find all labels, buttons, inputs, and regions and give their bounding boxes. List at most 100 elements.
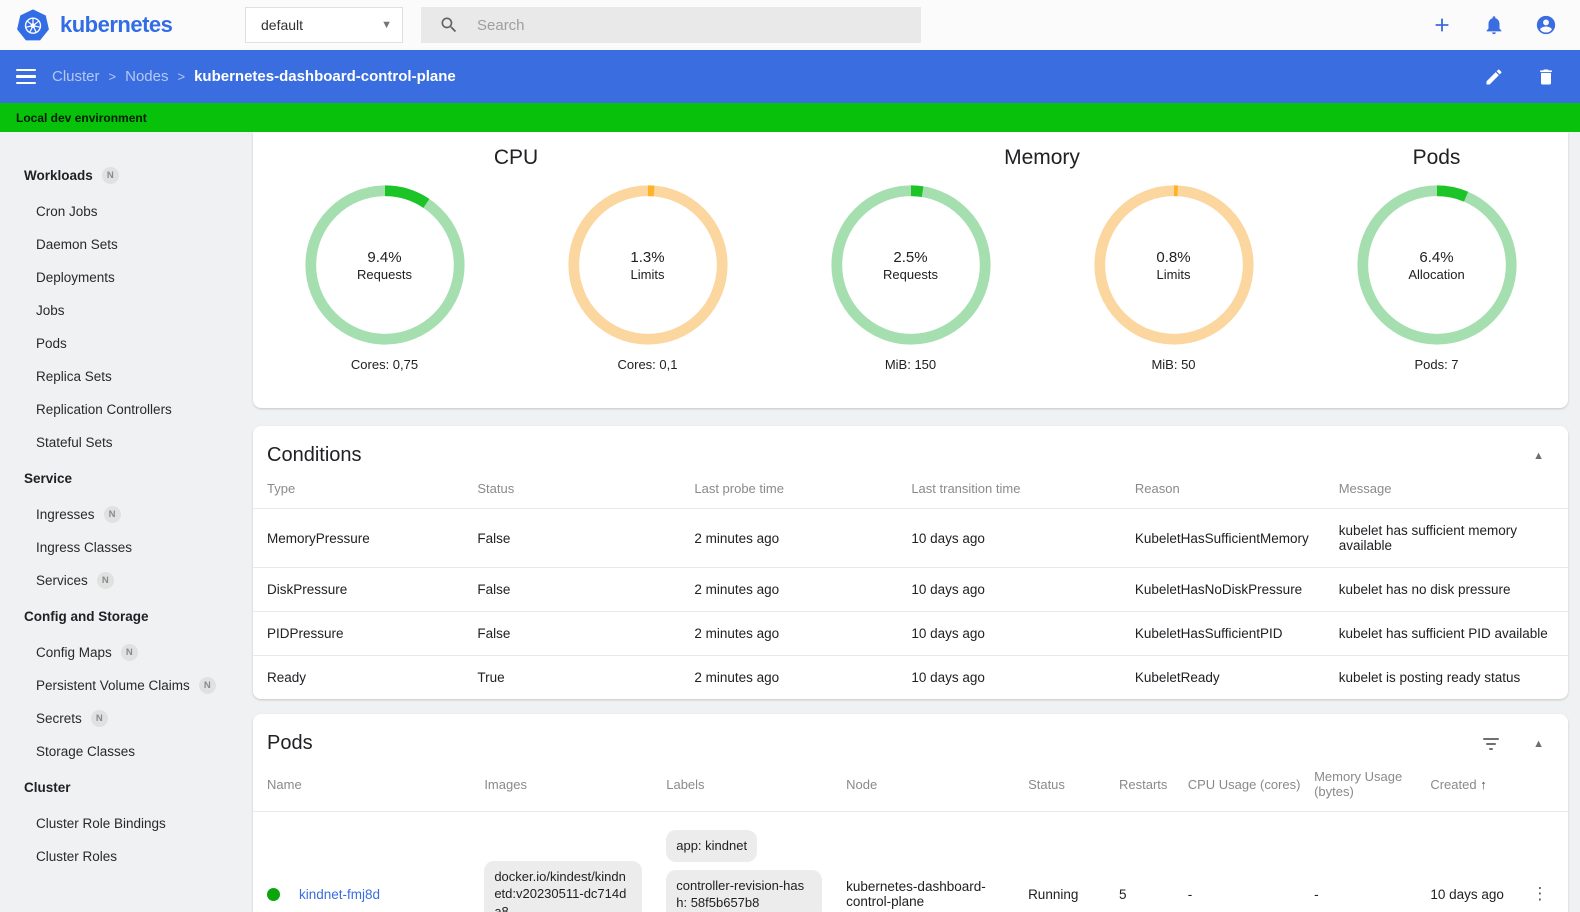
col-status: Status: [1014, 761, 1106, 812]
condition-transition: 10 days ago: [897, 611, 1121, 656]
new-badge: N: [101, 167, 119, 184]
new-badge: N: [198, 677, 216, 694]
notifications-button[interactable]: [1482, 13, 1506, 37]
kubernetes-helm-icon: [17, 9, 49, 41]
create-resource-button[interactable]: [1430, 13, 1454, 37]
collapse-icon[interactable]: ▲: [1529, 446, 1548, 466]
col-node: Node: [832, 761, 1015, 812]
pod-name-link[interactable]: kindnet-fmj8d: [299, 887, 380, 902]
breadcrumb-cluster[interactable]: Cluster: [52, 68, 100, 85]
gauge-label: Allocation: [1408, 266, 1465, 282]
condition-reason: KubeletHasNoDiskPressure: [1120, 567, 1325, 612]
col-type: Type: [253, 473, 464, 509]
col-status: Status: [463, 473, 681, 509]
conditions-table: Type Status Last probe time Last transit…: [253, 473, 1568, 699]
sidebar-item-secrets[interactable]: Secrets N: [0, 702, 247, 735]
sidebar-item-daemon-sets[interactable]: Daemon Sets: [0, 228, 247, 261]
breadcrumb-toolbar: Cluster > Nodes > kubernetes-dashboard-c…: [0, 50, 1580, 103]
collapse-icon[interactable]: ▲: [1529, 734, 1548, 754]
system-banner: Local dev environment: [0, 103, 1580, 132]
plus-icon: [1435, 18, 1449, 32]
table-row: Ready True 2 minutes ago 10 days ago Kub…: [253, 656, 1568, 700]
account-circle-icon: [1536, 15, 1556, 35]
sidebar-section-workloads[interactable]: Workloads N: [0, 156, 247, 195]
kebab-menu-icon[interactable]: ⋮: [1531, 884, 1548, 904]
condition-message: kubelet has no disk pressure: [1324, 567, 1568, 612]
gauge-label: Limits: [1156, 266, 1191, 282]
account-button[interactable]: [1534, 13, 1558, 37]
sidebar-item-jobs[interactable]: Jobs: [0, 294, 247, 327]
condition-status: False: [463, 567, 681, 612]
page-title: kubernetes-dashboard-control-plane: [194, 68, 456, 85]
sidebar-item-ingresses[interactable]: Ingresses N: [0, 498, 247, 531]
bell-icon: [1486, 16, 1502, 35]
sort-ascending-icon: ↑: [1480, 776, 1487, 792]
col-name: Name: [253, 761, 471, 812]
sidebar-item-replica-sets[interactable]: Replica Sets: [0, 360, 247, 393]
condition-reason: KubeletHasSufficientPID: [1120, 611, 1325, 656]
pod-cpu-usage: -: [1187, 886, 1193, 902]
gauge-percent: 9.4%: [367, 248, 402, 266]
delete-button[interactable]: [1534, 65, 1558, 89]
new-badge: N: [96, 572, 114, 589]
condition-message: kubelet has sufficient memory available: [1324, 508, 1568, 568]
col-message: Message: [1324, 473, 1568, 509]
sidebar-item-ingress-classes[interactable]: Ingress Classes: [0, 531, 247, 564]
filter-icon[interactable]: [1479, 734, 1503, 754]
sidebar-item-pods[interactable]: Pods: [0, 327, 247, 360]
table-row: MemoryPressure False 2 minutes ago 10 da…: [253, 508, 1568, 568]
table-row: PIDPressure False 2 minutes ago 10 days …: [253, 611, 1568, 656]
table-row: DiskPressure False 2 minutes ago 10 days…: [253, 567, 1568, 612]
namespace-selector[interactable]: default ▼: [245, 7, 403, 43]
pod-image-chip: docker.io/kindest/kindnetd:v20230511-dc7…: [484, 860, 643, 912]
sidebar-item-cron-jobs[interactable]: Cron Jobs: [0, 195, 247, 228]
pod-status: Running: [1028, 886, 1079, 902]
chart-title-pods: Pods: [1412, 146, 1461, 169]
search-icon: [441, 17, 457, 33]
pods-title: Pods: [267, 732, 313, 754]
col-reason: Reason: [1120, 473, 1325, 509]
system-banner-text: Local dev environment: [16, 110, 147, 125]
gauge-cpu-limits: 1.3% Limits Cores: 0,1: [516, 182, 779, 408]
sidebar-item-cluster-roles[interactable]: Cluster Roles: [0, 840, 247, 873]
col-restarts: Restarts: [1105, 761, 1174, 812]
condition-type: DiskPressure: [253, 567, 464, 612]
pods-table: Name Images Labels Node Status Restarts …: [253, 761, 1568, 912]
col-cpu-usage: CPU Usage (cores): [1173, 761, 1300, 812]
condition-status: False: [463, 611, 681, 656]
sidebar-section-cluster: Cluster: [24, 780, 71, 795]
sidebar-item-replication-controllers[interactable]: Replication Controllers: [0, 393, 247, 426]
sidebar-item-deployments[interactable]: Deployments: [0, 261, 247, 294]
sidebar-item-config-maps[interactable]: Config Maps N: [0, 636, 247, 669]
gauge-percent: 6.4%: [1419, 248, 1454, 266]
pod-node: kubernetes-dashboard-control-plane: [846, 879, 986, 910]
condition-transition: 10 days ago: [897, 567, 1121, 612]
condition-message: kubelet has sufficient PID available: [1324, 611, 1568, 656]
gauge-pods-allocation: 6.4% Allocation Pods: 7: [1305, 182, 1568, 408]
search-input[interactable]: [477, 16, 909, 34]
sidebar-section-service: Service: [24, 471, 73, 486]
condition-message: kubelet is posting ready status: [1338, 670, 1521, 685]
sidebar-item-stateful-sets[interactable]: Stateful Sets: [0, 426, 247, 459]
pod-label-chip: controller-revision-hash: 58f5b657b8: [666, 869, 823, 912]
pod-restarts: 5: [1119, 886, 1127, 902]
condition-probe: 2 minutes ago: [680, 508, 898, 568]
resource-actions: [1482, 65, 1558, 89]
sidebar-item-persistent-volume-claims[interactable]: Persistent Volume Claims N: [0, 669, 247, 702]
edit-button[interactable]: [1482, 65, 1506, 89]
menu-icon[interactable]: [16, 68, 36, 85]
kubernetes-dashboard: kubernetes default ▼ Cluster > N: [0, 0, 1580, 912]
sidebar-nav: Workloads N Cron Jobs Daemon Sets Deploym…: [0, 132, 247, 912]
trash-icon: [1540, 69, 1552, 84]
condition-reason: KubeletHasSufficientMemory: [1120, 508, 1325, 568]
breadcrumb-nodes[interactable]: Nodes: [125, 68, 168, 85]
sidebar-item-cluster-role-bindings[interactable]: Cluster Role Bindings: [0, 807, 247, 840]
sidebar-item-storage-classes[interactable]: Storage Classes: [0, 735, 247, 768]
col-created-sort[interactable]: Created ↑: [1416, 761, 1518, 812]
sidebar-section-config-and-storage: Config and Storage: [24, 609, 149, 624]
sidebar-item-services[interactable]: Services N: [0, 564, 247, 597]
conditions-card: Conditions ▲ Type Status Last probe time…: [253, 426, 1568, 699]
search-bar[interactable]: [421, 7, 921, 43]
breadcrumb-separator: >: [177, 69, 186, 84]
brand-home-link[interactable]: kubernetes: [16, 8, 245, 42]
